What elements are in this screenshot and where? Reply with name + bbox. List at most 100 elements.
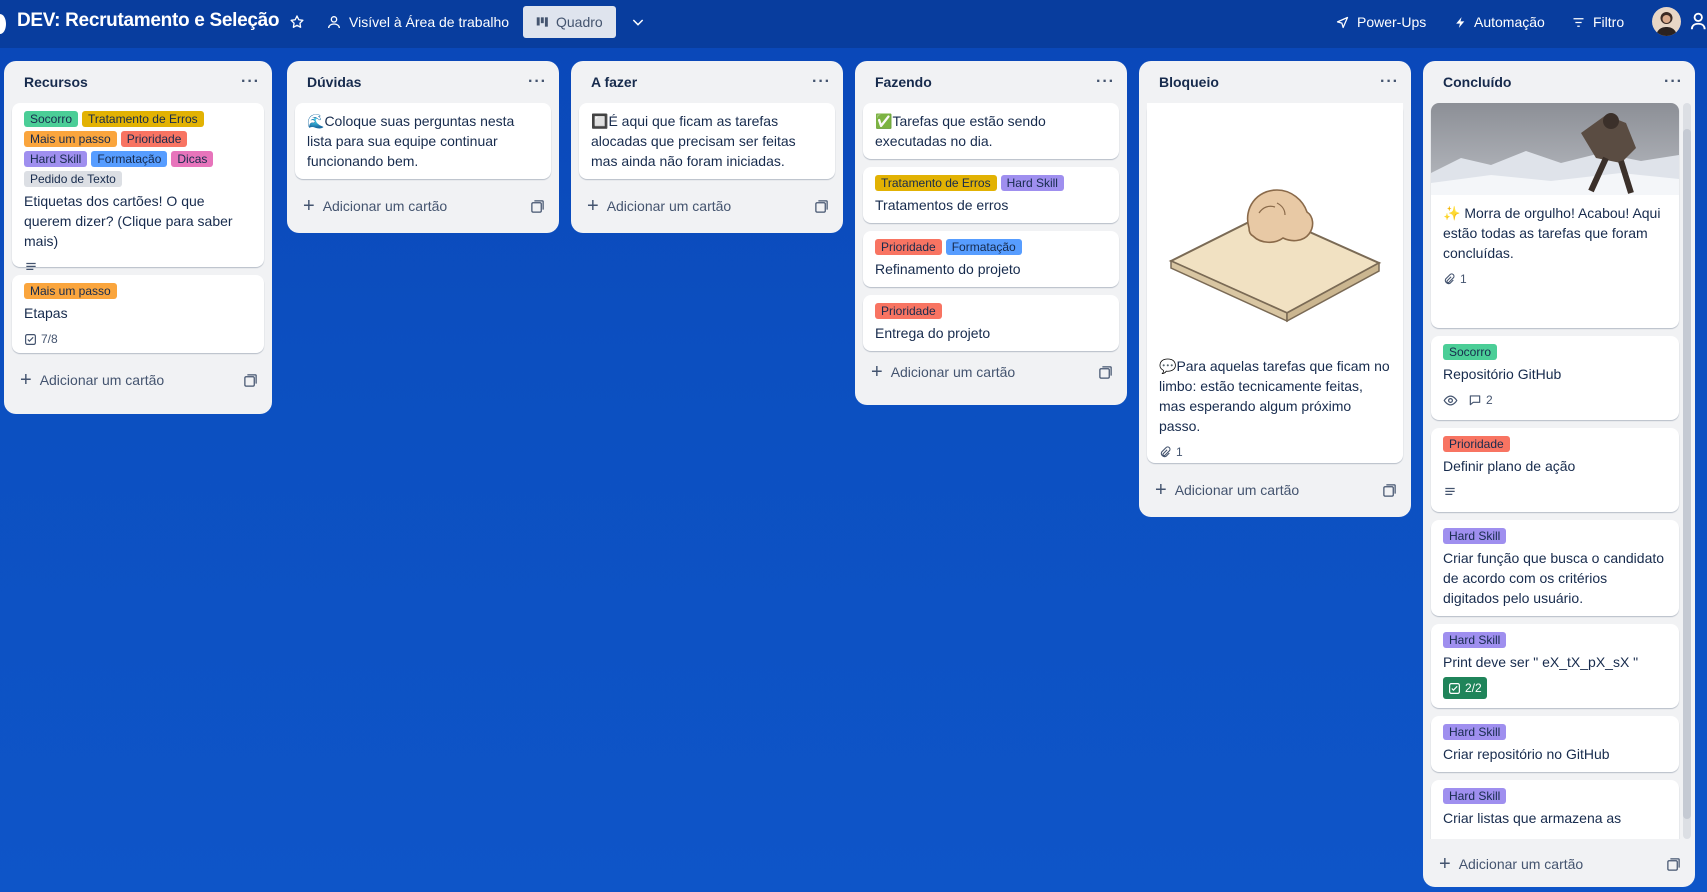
add-card-button[interactable]: + Adicionar um cartão [571, 187, 843, 225]
card-print[interactable]: Hard Skill Print deve ser " eX_tX_pX_sX … [1431, 624, 1679, 708]
template-icon[interactable] [1382, 483, 1397, 498]
label-mais-um-passo[interactable]: Mais um passo [24, 131, 117, 147]
card-title: Definir plano de ação [1443, 458, 1576, 474]
card-criar-repositorio[interactable]: Hard Skill Criar repositório no GitHub [1431, 716, 1679, 772]
power-ups-button[interactable]: Power-Ups [1329, 6, 1432, 38]
view-switcher-board[interactable]: Quadro [523, 6, 616, 38]
card-title: Criar listas que armazena as [1443, 810, 1622, 826]
avatar[interactable] [1652, 7, 1681, 36]
add-card-button[interactable]: + Adicionar um cartão [1423, 845, 1695, 883]
card-title: Para aquelas tarefas que ficam no limbo:… [1159, 358, 1390, 434]
card-bloqueio-info[interactable]: 💬Para aquelas tarefas que ficam no limbo… [1147, 103, 1403, 463]
card-cover-illustration [1147, 103, 1403, 363]
filter-button[interactable]: Filtro [1565, 6, 1630, 38]
chevron-down-icon [632, 19, 644, 26]
comment-icon [1469, 395, 1481, 406]
card-concluido-info[interactable]: ✨ Morra de orgulho! Acabou! Aqui estão t… [1431, 103, 1679, 328]
list-title[interactable]: Dúvidas [307, 74, 361, 90]
label-hard-skill[interactable]: Hard Skill [1000, 175, 1064, 191]
label-hard-skill[interactable]: Hard Skill [1443, 528, 1507, 544]
card-title: Criar função que busca o candidato de ac… [1443, 550, 1665, 606]
card-etapas[interactable]: Mais um passo Etapas 7/8 [12, 275, 264, 353]
list-duvidas[interactable]: Dúvidas ··· 🌊Coloque suas perguntas nest… [287, 61, 559, 233]
card-cover-photo [1431, 103, 1679, 195]
add-member-icon [1690, 12, 1706, 30]
card-repositorio-github[interactable]: Socorro Repositório GitHub 2 [1431, 336, 1679, 420]
automation-button[interactable]: Automação [1448, 6, 1551, 38]
add-card-button[interactable]: + Adicionar um cartão [1139, 471, 1411, 509]
template-icon[interactable] [814, 199, 829, 214]
label-mais-um-passo[interactable]: Mais um passo [24, 283, 117, 299]
label-formatacao[interactable]: Formatação [945, 239, 1022, 255]
filter-icon [1573, 17, 1584, 27]
list-scrollbar[interactable] [1683, 103, 1691, 839]
add-card-button[interactable]: + Adicionar um cartão [855, 353, 1127, 391]
list-fazendo[interactable]: Fazendo ··· ✅Tarefas que estão sendo exe… [855, 61, 1127, 405]
label-pedido-de-texto[interactable]: Pedido de Texto [24, 171, 122, 187]
label-formatacao[interactable]: Formatação [91, 151, 168, 167]
card-a-fazer-info[interactable]: 🔲É aqui que ficam as tarefas alocadas qu… [579, 103, 835, 179]
list-menu-icon[interactable]: ··· [241, 73, 260, 91]
template-icon[interactable] [530, 199, 545, 214]
rocket-icon [1336, 16, 1349, 28]
list-scrollbar-thumb[interactable] [1683, 129, 1691, 819]
card-entrega[interactable]: Prioridade Entrega do projeto [863, 295, 1119, 351]
card-criar-listas[interactable]: Hard Skill Criar listas que armazena as [1431, 780, 1679, 839]
view-dropdown-button[interactable] [624, 6, 652, 38]
label-socorro[interactable]: Socorro [24, 111, 79, 127]
card-fazendo-info[interactable]: ✅Tarefas que estão sendo executadas no d… [863, 103, 1119, 159]
comments-badge: 2 [1468, 390, 1493, 410]
plus-icon: + [587, 195, 599, 217]
label-prioridade[interactable]: Prioridade [875, 239, 942, 255]
board-title[interactable]: DEV: Recrutamento e Seleção [17, 10, 280, 32]
label-hard-skill[interactable]: Hard Skill [1443, 632, 1507, 648]
list-menu-icon[interactable]: ··· [528, 73, 547, 91]
card-tratamentos-de-erros[interactable]: Tratamento de Erros Hard Skill Tratament… [863, 167, 1119, 223]
card-refinamento[interactable]: Prioridade Formatação Refinamento do pro… [863, 231, 1119, 287]
label-tratamento-de-erros[interactable]: Tratamento de Erros [875, 175, 997, 191]
star-button[interactable] [283, 6, 311, 38]
label-prioridade[interactable]: Prioridade [120, 131, 188, 147]
list-title[interactable]: Concluído [1443, 74, 1511, 90]
label-hard-skill[interactable]: Hard Skill [1443, 724, 1507, 740]
list-recursos[interactable]: Recursos ··· Socorro Tratamento de Erros… [4, 61, 272, 414]
label-dicas[interactable]: Dicas [171, 151, 214, 167]
add-card-label: Adicionar um cartão [890, 364, 1016, 380]
list-bloqueio[interactable]: Bloqueio ··· 💬Para aquelas tarefas que f… [1139, 61, 1411, 517]
list-menu-icon[interactable]: ··· [1664, 73, 1683, 91]
card-etiquetas[interactable]: Socorro Tratamento de Erros Mais um pass… [12, 103, 264, 270]
card-plano-de-acao[interactable]: Prioridade Definir plano de ação [1431, 428, 1679, 512]
workspace-icon[interactable] [0, 14, 6, 34]
template-icon[interactable] [243, 373, 258, 388]
list-a-fazer[interactable]: A fazer ··· 🔲É aqui que ficam as tarefas… [571, 61, 843, 233]
label-hard-skill[interactable]: Hard Skill [1443, 788, 1507, 804]
label-hard-skill[interactable]: Hard Skill [24, 151, 88, 167]
list-title[interactable]: A fazer [591, 74, 637, 90]
list-menu-icon[interactable]: ··· [1096, 73, 1115, 91]
list-title[interactable]: Bloqueio [1159, 74, 1219, 90]
list-menu-icon[interactable]: ··· [812, 73, 831, 91]
label-tratamento-de-erros[interactable]: Tratamento de Erros [82, 111, 204, 127]
label-socorro[interactable]: Socorro [1443, 344, 1498, 360]
add-card-button[interactable]: + Adicionar um cartão [4, 361, 272, 399]
list-title[interactable]: Fazendo [875, 74, 932, 90]
card-title: Entrega do projeto [875, 325, 991, 341]
visibility-label: Visível à Área de trabalho [349, 14, 510, 30]
attachment-badge: 1 [1443, 269, 1467, 289]
card-title: É aqui que ficam as tarefas alocadas que… [591, 113, 796, 169]
template-icon[interactable] [1666, 857, 1681, 872]
list-title[interactable]: Recursos [24, 74, 88, 90]
template-icon[interactable] [1098, 365, 1113, 380]
label-prioridade[interactable]: Prioridade [1443, 436, 1510, 452]
card-funcao-busca[interactable]: Hard Skill Criar função que busca o cand… [1431, 520, 1679, 616]
label-prioridade[interactable]: Prioridade [875, 303, 942, 319]
card-title: Print deve ser " eX_tX_pX_sX " [1443, 654, 1639, 670]
share-button[interactable] [1690, 10, 1707, 34]
checklist-count: 7/8 [41, 332, 58, 346]
card-perguntas[interactable]: 🌊Coloque suas perguntas nesta lista para… [295, 103, 551, 179]
list-concluido[interactable]: Concluído ··· ✨ Morra de orgulho! Acabou… [1423, 61, 1695, 887]
star-icon [290, 15, 304, 28]
add-card-button[interactable]: + Adicionar um cartão [287, 187, 559, 225]
list-menu-icon[interactable]: ··· [1380, 73, 1399, 91]
visibility-button[interactable]: Visível à Área de trabalho [320, 6, 515, 38]
